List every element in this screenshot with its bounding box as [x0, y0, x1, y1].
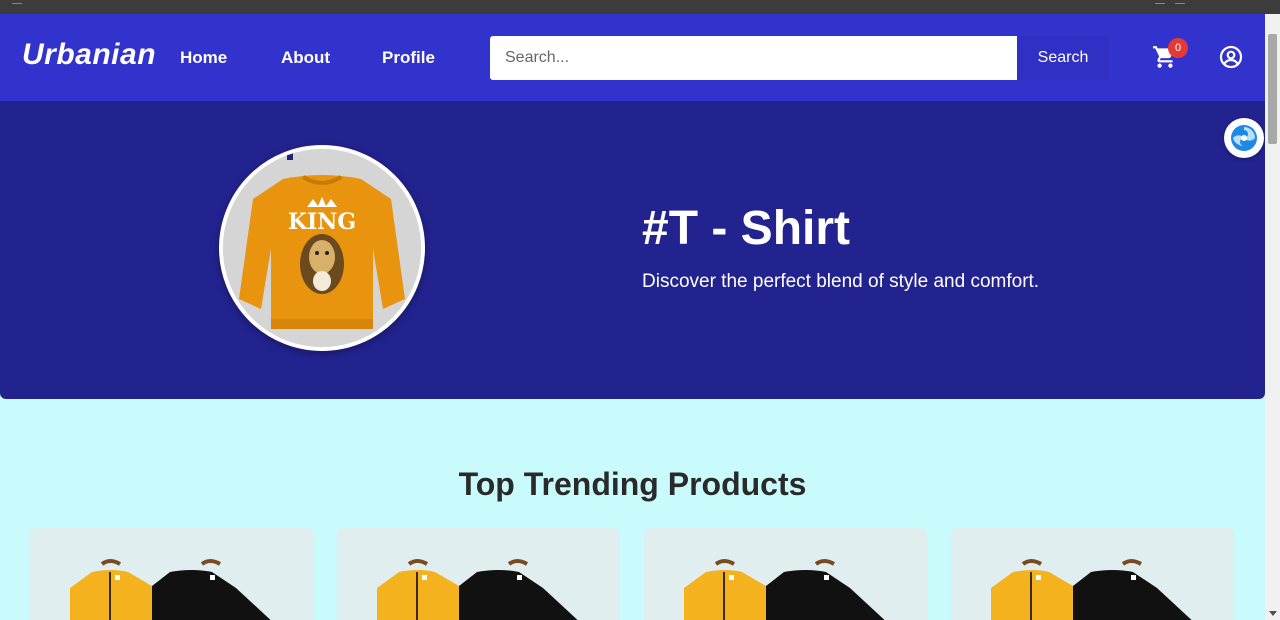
nav-link-home[interactable]: Home: [180, 48, 227, 68]
hero-title: #T - Shirt: [642, 202, 851, 255]
king-text: KING: [288, 209, 356, 235]
section-title: Top Trending Products: [458, 466, 807, 502]
cart-button[interactable]: 0: [1152, 38, 1188, 70]
product-card[interactable]: [30, 528, 313, 620]
navbar: Urbanian Home About Profile Search 0: [0, 14, 1265, 101]
window-control-icon: [1175, 0, 1185, 4]
window-control-icon: [12, 0, 22, 4]
site-logo[interactable]: Urbanian: [22, 38, 156, 72]
vertical-scrollbar[interactable]: [1265, 14, 1280, 620]
cart-count-badge: 0: [1168, 38, 1188, 58]
account-circle-icon: [1219, 45, 1243, 69]
search-bar: Search: [490, 36, 1109, 80]
account-button[interactable]: [1219, 45, 1243, 69]
product-image: [644, 528, 927, 620]
search-input[interactable]: [490, 36, 1017, 80]
product-card[interactable]: [951, 528, 1234, 620]
nav-link-profile[interactable]: Profile: [382, 48, 435, 68]
window-control-icon: [1155, 0, 1165, 4]
product-image: [337, 528, 620, 620]
hero-subtitle: Discover the perfect blend of style and …: [642, 271, 1040, 292]
product-card[interactable]: [337, 528, 620, 620]
page-viewport: Urbanian Home About Profile Search 0: [0, 14, 1265, 620]
swirl-icon: [1231, 125, 1257, 151]
hero-product-image: KING: [219, 145, 425, 351]
product-image: [30, 528, 313, 620]
browser-top-strip: [0, 0, 1280, 14]
scrollbar-thumb[interactable]: [1268, 34, 1277, 144]
product-image: [951, 528, 1234, 620]
search-button[interactable]: Search: [1017, 36, 1109, 80]
nav-link-about[interactable]: About: [281, 48, 330, 68]
hero-banner: KING #T - Shirt Discover the perfect ble…: [0, 101, 1265, 399]
floating-assistant-button[interactable]: [1224, 118, 1264, 158]
product-card[interactable]: [644, 528, 927, 620]
sweatshirt-image: KING: [223, 149, 421, 347]
scroll-down-arrow-icon[interactable]: [1269, 611, 1277, 616]
